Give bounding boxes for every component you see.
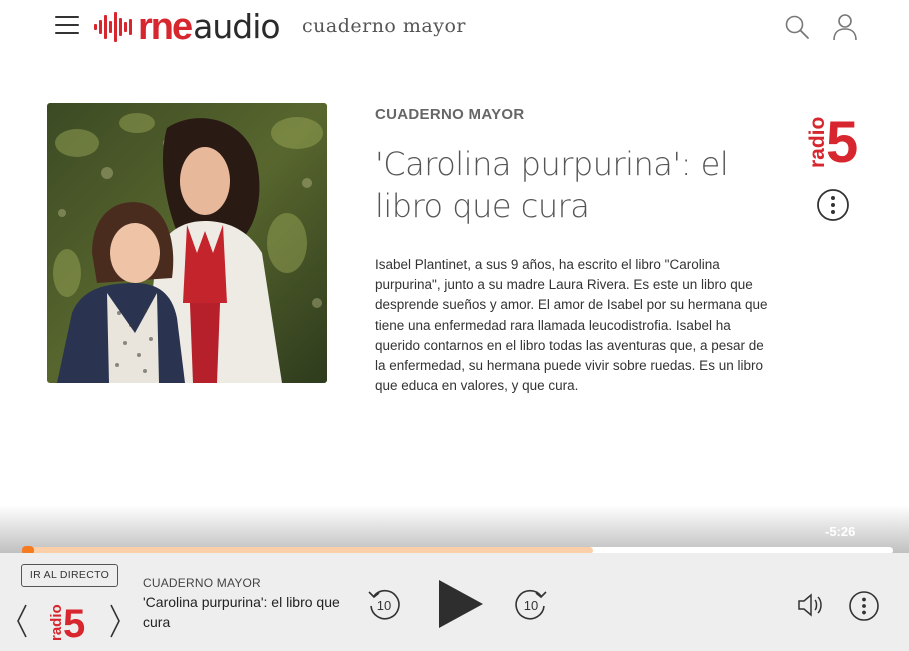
site-header: rne audio cuaderno mayor [0,0,909,56]
episode-title: 'Carolina purpurina': el libro que cura [375,145,729,225]
radio5-logo: radio 5 [806,110,858,170]
volume-icon[interactable] [796,591,826,619]
more-options-icon[interactable] [816,188,850,222]
hamburger-menu-icon[interactable] [55,16,79,38]
episode-cover-image [47,103,327,383]
forward-10-icon[interactable]: 10 [513,586,549,622]
rewind-seconds: 10 [377,598,391,613]
audio-player: IR AL DIRECTO radio 5 CUADERNO MAYOR 'Ca… [0,553,909,651]
page: rne audio cuaderno mayor CUADERNO MAYOR … [0,0,909,651]
rewind-10-icon[interactable]: 10 [366,586,402,622]
logo-audio-text: audio [193,7,280,46]
search-icon[interactable] [784,14,810,40]
rne-audio-logo[interactable]: rne audio [94,6,281,48]
player-shadow [0,505,909,553]
radio5-logo-number: 5 [826,110,858,170]
forward-seconds: 10 [524,598,538,613]
sound-wave-icon [94,12,132,42]
footer-background-ghost [0,631,909,651]
play-icon[interactable] [433,577,487,631]
logo-rne-text: rne [138,6,193,48]
program-section-name[interactable]: cuaderno mayor [302,15,466,37]
now-playing-program: CUADERNO MAYOR [143,576,261,590]
live-button[interactable]: IR AL DIRECTO [21,564,118,587]
program-label: CUADERNO MAYOR [375,106,525,123]
player-more-options-icon[interactable] [848,590,880,622]
remaining-time: -5:26 [825,524,856,539]
episode-description: Isabel Plantinet, a sus 9 años, ha escri… [375,257,768,394]
now-playing-title[interactable]: 'Carolina purpurina': el libro que cura [143,592,343,632]
user-icon[interactable] [832,13,858,41]
